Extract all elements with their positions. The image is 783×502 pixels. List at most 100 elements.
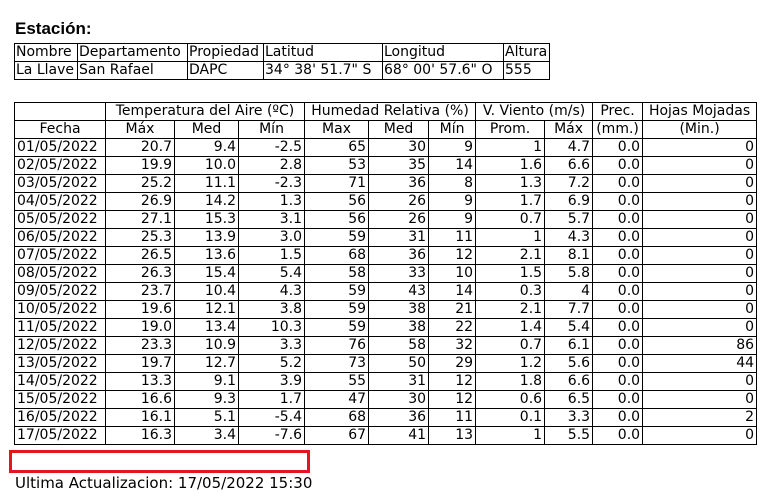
value-cell: 1.7 [237, 390, 306, 409]
value-cell: 13 [428, 426, 477, 445]
value-cell: 0.0 [592, 336, 644, 355]
value-cell: 59 [304, 282, 370, 301]
value-cell: 9.4 [174, 138, 239, 157]
value-cell: 21 [428, 300, 477, 319]
value-cell: 0.6 [475, 390, 546, 409]
table-row: 16/05/2022 16.1 5.1 -5.4 68 36 11 0.1 3.3 0.0 2 [14, 408, 758, 427]
value-cell: 19.6 [105, 300, 175, 319]
value-cell: 10.9 [174, 336, 239, 355]
value-cell: 76 [304, 336, 370, 355]
value-cell: 8 [428, 174, 477, 193]
column-header: Med [368, 120, 430, 139]
humidity-group-header: Humedad Relativa (%) [304, 102, 477, 121]
date-cell: 06/05/2022 [14, 228, 106, 247]
value-cell: 13.4 [174, 318, 239, 337]
daily-weather-table: Temperatura del Aire (ºC) Humedad Relati… [14, 102, 758, 445]
value-cell: 0 [642, 282, 758, 301]
date-cell: 05/05/2022 [14, 210, 106, 229]
value-cell: 30 [368, 138, 430, 157]
value-cell: 16.1 [105, 408, 175, 427]
value-cell: 1.5 [475, 264, 546, 283]
station-header-cell: Latitud [263, 43, 383, 62]
value-cell: 0 [642, 138, 758, 157]
table-row: 06/05/2022 25.3 13.9 3.0 59 31 11 1 4.3 0.0 0 [14, 228, 758, 247]
highlight-box [9, 450, 310, 473]
value-cell: 9 [428, 192, 477, 211]
date-cell: 08/05/2022 [14, 264, 106, 283]
table-row: 02/05/2022 19.9 10.0 2.8 53 35 14 1.6 6.6 0.0 0 [14, 156, 758, 175]
table-row: 01/05/2022 20.7 9.4 -2.5 65 30 9 1 4.7 0.0 0 [14, 138, 758, 157]
value-cell: 5.2 [237, 354, 306, 373]
value-cell: 35 [368, 156, 430, 175]
table-row: 09/05/2022 23.7 10.4 4.3 59 43 14 0.3 4 0.0 0 [14, 282, 758, 301]
date-cell: 09/05/2022 [14, 282, 106, 301]
value-cell: 65 [304, 138, 370, 157]
value-cell: 0.0 [592, 156, 644, 175]
value-cell: 19.9 [105, 156, 175, 175]
value-cell: 58 [304, 264, 370, 283]
last-update-text: Ultima Actualizacion: 17/05/2022 15:30 [15, 474, 313, 492]
value-cell: 71 [304, 174, 370, 193]
value-cell: 0.0 [592, 210, 644, 229]
table-row: 17/05/2022 16.3 3.4 -7.6 67 41 13 1 5.5 0.0 0 [14, 426, 758, 445]
value-cell: 0.7 [475, 210, 546, 229]
value-cell: 13.6 [174, 246, 239, 265]
value-cell: 68 [304, 246, 370, 265]
sub-header-row: Fecha Máx Med Mín Max Med Mín Prom. Máx … [14, 120, 758, 139]
value-cell: 3.3 [544, 408, 594, 427]
group-header-row: Temperatura del Aire (ºC) Humedad Relati… [14, 102, 758, 121]
value-cell: 0.0 [592, 354, 644, 373]
table-row: 10/05/2022 19.6 12.1 3.8 59 38 21 2.1 7.7 0.0 0 [14, 300, 758, 319]
column-header: Med [174, 120, 239, 139]
value-cell: 2 [642, 408, 758, 427]
value-cell: 14 [428, 282, 477, 301]
value-cell: 0.0 [592, 246, 644, 265]
temperature-group-header: Temperatura del Aire (ºC) [104, 102, 306, 121]
value-cell: 0.0 [592, 264, 644, 283]
date-cell: 10/05/2022 [14, 300, 106, 319]
date-cell: 01/05/2022 [14, 138, 106, 157]
station-heading: Estación: [15, 19, 92, 38]
date-cell: 12/05/2022 [14, 336, 106, 355]
value-cell: -5.4 [237, 408, 306, 427]
value-cell: 26 [368, 210, 430, 229]
value-cell: 9 [428, 138, 477, 157]
value-cell: 0.0 [592, 174, 644, 193]
empty-header-cell [14, 102, 106, 121]
value-cell: 12 [428, 372, 477, 391]
station-value-cell: 555 [503, 61, 550, 80]
column-header: Fecha [14, 120, 106, 139]
value-cell: 3.9 [237, 372, 306, 391]
table-row: 07/05/2022 26.5 13.6 1.5 68 36 12 2.1 8.1 0.0 0 [14, 246, 758, 265]
station-info-table: Nombre Departamento Propiedad Latitud Lo… [14, 43, 550, 80]
wind-group-header: V. Viento (m/s) [475, 102, 594, 121]
value-cell: 0.0 [592, 318, 644, 337]
value-cell: 19.7 [105, 354, 175, 373]
date-cell: 17/05/2022 [14, 426, 106, 445]
value-cell: 1.7 [475, 192, 546, 211]
date-cell: 14/05/2022 [14, 372, 106, 391]
value-cell: 67 [304, 426, 370, 445]
table-row: 11/05/2022 19.0 13.4 10.3 59 38 22 1.4 5.4 0.0 0 [14, 318, 758, 337]
date-cell: 03/05/2022 [14, 174, 106, 193]
value-cell: 12.7 [174, 354, 239, 373]
value-cell: -2.3 [237, 174, 306, 193]
value-cell: 43 [368, 282, 430, 301]
value-cell: 0 [642, 174, 758, 193]
value-cell: 15.3 [174, 210, 239, 229]
date-cell: 15/05/2022 [14, 390, 106, 409]
value-cell: 27.1 [105, 210, 175, 229]
table-row: 15/05/2022 16.6 9.3 1.7 47 30 12 0.6 6.5 0.0 0 [14, 390, 758, 409]
value-cell: 0.0 [592, 372, 644, 391]
value-cell: 50 [368, 354, 430, 373]
value-cell: 0 [642, 192, 758, 211]
value-cell: 0.1 [475, 408, 546, 427]
value-cell: 11 [428, 408, 477, 427]
value-cell: 86 [642, 336, 758, 355]
value-cell: 0.7 [475, 336, 546, 355]
leaves-group-header: Hojas Mojadas [642, 102, 758, 121]
value-cell: 0.0 [592, 138, 644, 157]
value-cell: 73 [304, 354, 370, 373]
value-cell: 31 [368, 372, 430, 391]
table-row: 08/05/2022 26.3 15.4 5.4 58 33 10 1.5 5.8 0.0 0 [14, 264, 758, 283]
